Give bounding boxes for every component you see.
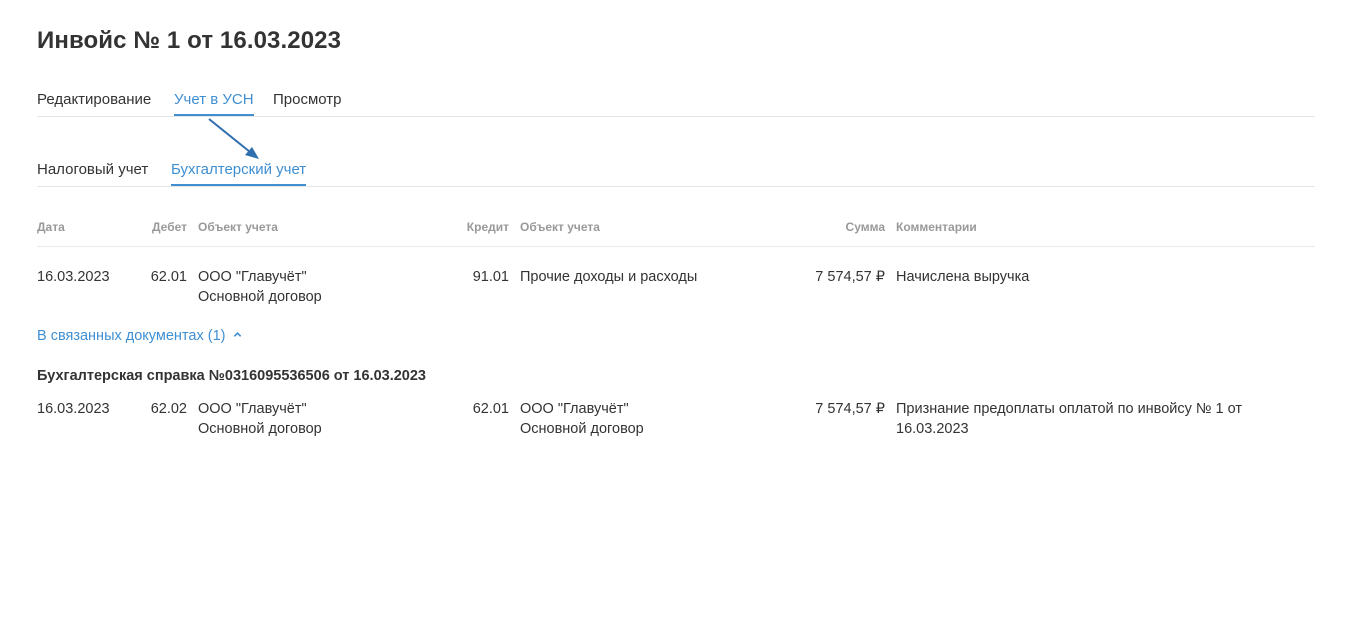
sub-tabs: Налоговый учет Бухгалтерский учет: [37, 161, 1315, 187]
row-debit: 62.02: [150, 401, 187, 417]
column-header-credit: Кредит: [466, 220, 509, 234]
row-comment-line: Начислена выручка: [896, 269, 1030, 285]
column-header-amount: Сумма: [845, 220, 885, 234]
chevron-up-icon: [233, 332, 241, 337]
row-comment: Начислена выручка: [896, 267, 1029, 287]
row-credit-object-name: Прочие доходы и расходы: [520, 269, 698, 285]
page: Инвойс № 1 от 16.03.2023 Редактирование …: [0, 0, 1351, 638]
row-credit-object: Прочие доходы и расходы: [520, 267, 697, 287]
related-documents-toggle[interactable]: В связанных документах (1): [37, 328, 242, 344]
column-header-date: Дата: [37, 220, 65, 234]
row-credit-object: ООО "Главучёт" Основной договор: [520, 399, 644, 439]
row-debit-object: ООО "Главучёт" Основной договор: [198, 399, 322, 439]
row-credit: 91.01: [472, 269, 509, 285]
column-header-credit-object: Объект учета: [520, 220, 600, 234]
row-amount: 7 574,57 ₽: [815, 401, 885, 417]
row-date: 16.03.2023: [37, 401, 110, 417]
related-document-title[interactable]: Бухгалтерская справка №0316095536506 от …: [37, 368, 426, 384]
table-header-divider: [37, 246, 1315, 247]
page-title: Инвойс № 1 от 16.03.2023: [37, 27, 342, 54]
column-header-comment: Комментарии: [896, 220, 977, 234]
tab-preview[interactable]: Просмотр: [273, 91, 342, 114]
tab-editing[interactable]: Редактирование: [37, 91, 151, 114]
row-debit-object-contract: Основной договор: [198, 289, 322, 305]
row-debit-object-counterparty: ООО "Главучёт": [198, 269, 307, 285]
row-comment: Признание предоплаты оплатой по инвойсу …: [896, 399, 1242, 439]
row-debit-object: ООО "Главучёт" Основной договор: [198, 267, 322, 307]
annotation-arrow-icon: [208, 118, 259, 159]
row-date: 16.03.2023: [37, 269, 110, 285]
row-amount: 7 574,57 ₽: [815, 269, 885, 285]
tab-tax-accounting[interactable]: Налоговый учет: [37, 161, 148, 184]
row-comment-line: Признание предоплаты оплатой по инвойсу …: [896, 401, 1242, 417]
row-credit-object-contract: Основной договор: [520, 421, 644, 437]
column-header-debit: Дебет: [151, 220, 187, 234]
related-documents-label: В связанных документах (1): [37, 328, 226, 344]
row-debit-object-contract: Основной договор: [198, 421, 322, 437]
row-debit: 62.01: [150, 269, 187, 285]
row-credit-object-counterparty: ООО "Главучёт": [520, 401, 629, 417]
row-comment-line: 16.03.2023: [896, 421, 969, 437]
row-credit: 62.01: [472, 401, 509, 417]
column-header-debit-object: Объект учета: [198, 220, 278, 234]
tab-book-accounting[interactable]: Бухгалтерский учет: [171, 161, 307, 186]
row-debit-object-counterparty: ООО "Главучёт": [198, 401, 307, 417]
